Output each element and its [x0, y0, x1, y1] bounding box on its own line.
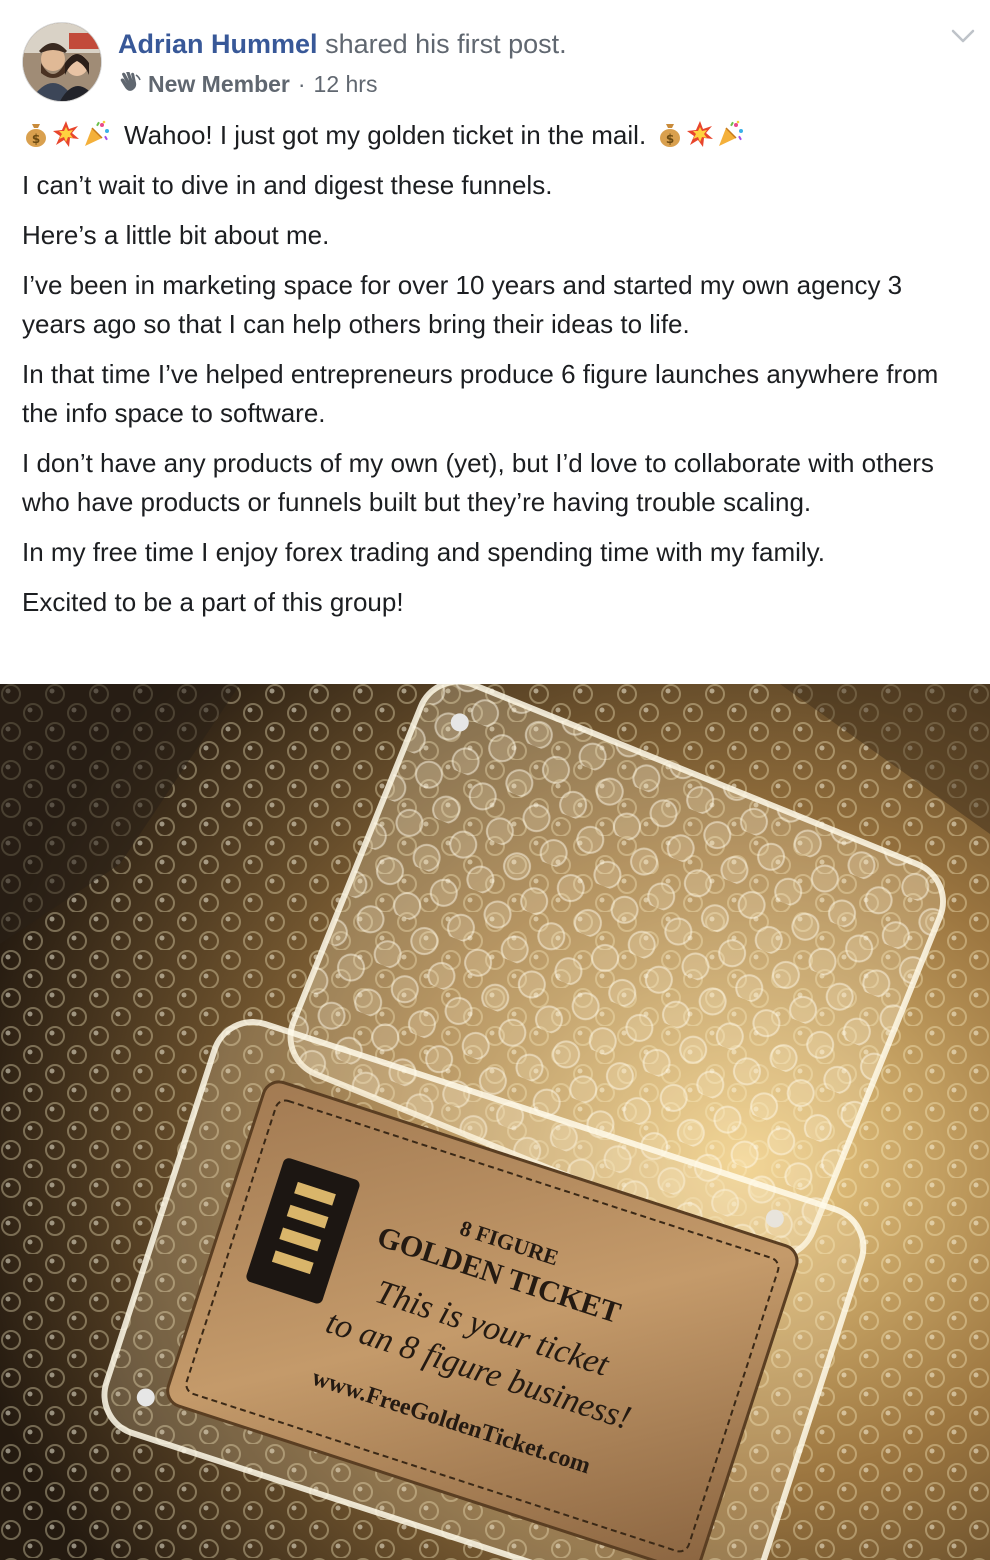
post-paragraph: Here’s a little bit about me.	[22, 220, 330, 250]
golden-ticket-photo: 8 FIGURE GOLDEN TICKET This is your tick…	[0, 684, 990, 1560]
svg-text:$: $	[32, 132, 40, 146]
post-meta: New Member · 12 hrs	[118, 68, 377, 100]
post-photo[interactable]: 8 FIGURE GOLDEN TICKET This is your tick…	[0, 684, 990, 1560]
svg-text:$: $	[666, 132, 674, 146]
emoji-group-trailing: $	[656, 120, 746, 148]
collision-icon	[52, 120, 80, 148]
post-paragraph: In that time I’ve helped entrepreneurs p…	[22, 359, 939, 428]
author-name[interactable]: Adrian Hummel	[118, 29, 318, 59]
member-badge-label[interactable]: New Member	[148, 68, 290, 100]
post-paragraph: I don’t have any products of my own (yet…	[22, 448, 934, 517]
emoji-group-leading: $	[22, 120, 112, 148]
post-headline-text: Wahoo! I just got my golden ticket in th…	[124, 120, 647, 150]
post-title-line: Adrian Hummel shared his first post.	[118, 27, 567, 61]
meta-separator: ·	[297, 71, 306, 97]
avatar-photo	[23, 23, 101, 101]
post-header: Adrian Hummel shared his first post. New…	[0, 0, 990, 110]
party-popper-icon	[82, 120, 110, 148]
post-headline-paragraph: $ Wahoo! I just got my golden ticket in …	[22, 116, 972, 155]
post-action-text: shared his first post.	[325, 29, 567, 59]
waving-hand-icon	[118, 70, 142, 96]
collision-icon	[686, 120, 714, 148]
post-paragraph: Excited to be a part of this group!	[22, 587, 404, 617]
chevron-down-icon[interactable]	[948, 24, 978, 48]
post-paragraph: I’ve been in marketing space for over 10…	[22, 270, 903, 339]
post-body: $ Wahoo! I just got my golden ticket in …	[22, 116, 972, 633]
post-paragraph: I can’t wait to dive in and digest these…	[22, 170, 553, 200]
party-popper-icon	[716, 120, 744, 148]
avatar[interactable]	[22, 22, 102, 102]
post-paragraph: In my free time I enjoy forex trading an…	[22, 537, 825, 567]
post-timestamp[interactable]: 12 hrs	[314, 68, 378, 100]
money-bag-icon: $	[656, 120, 684, 148]
money-bag-icon: $	[22, 120, 50, 148]
